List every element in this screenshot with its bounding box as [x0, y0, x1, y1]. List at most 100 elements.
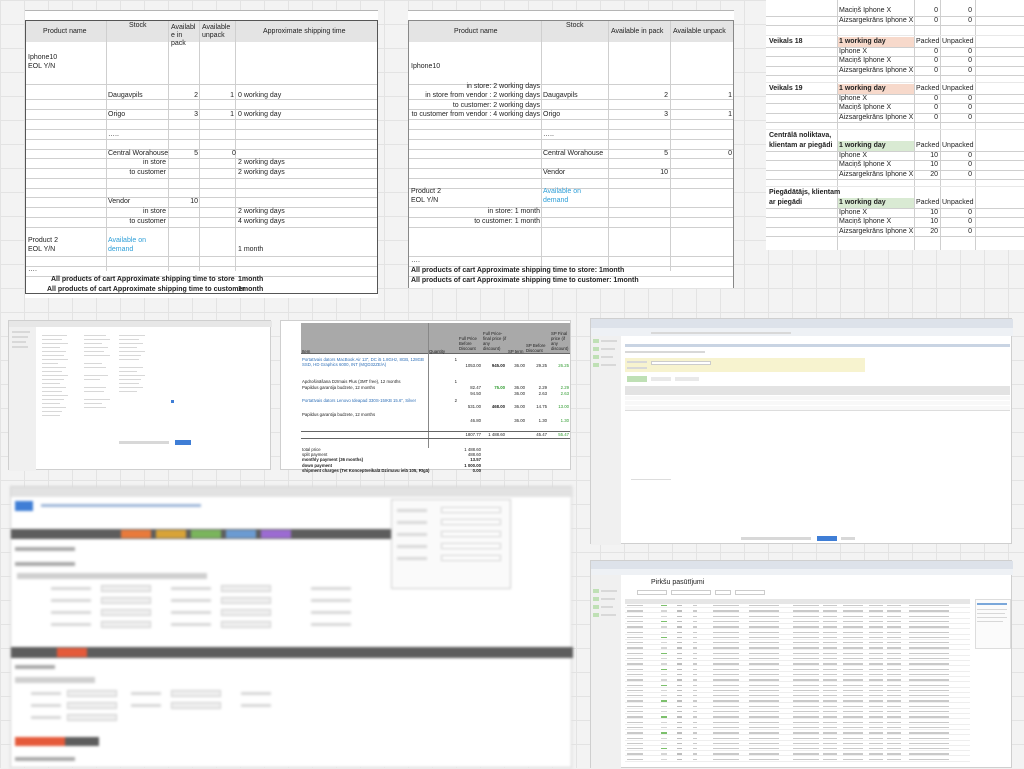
order-row[interactable]: [625, 728, 970, 730]
settings-screenshot-thumbnail[interactable]: [8, 320, 272, 471]
order-row[interactable]: [625, 617, 970, 619]
quote-total-before: 1807.77: [465, 432, 481, 437]
quote-header-qty: Quantity: [429, 349, 446, 354]
quote-item-spf: 2.63: [560, 391, 569, 396]
order-row[interactable]: [625, 718, 970, 720]
order-cell: [909, 642, 949, 644]
quote-item-after: 945.00: [491, 363, 505, 368]
unpacked-label: Unpacked: [942, 38, 974, 45]
order-cell: [693, 689, 697, 692]
order-row[interactable]: [625, 633, 970, 635]
order-cell: [909, 605, 949, 607]
order-cell: [627, 748, 643, 750]
order-row[interactable]: [625, 713, 970, 714]
order-cell: [823, 753, 837, 755]
order-cell: [887, 647, 901, 649]
order-cell: [869, 668, 883, 670]
stock-item-unpacked: 0: [968, 227, 972, 235]
order-row[interactable]: [625, 707, 970, 709]
order-row[interactable]: [625, 675, 970, 677]
order-cell: [823, 631, 837, 633]
order-cell: [677, 753, 682, 755]
order-cell: [887, 642, 901, 644]
order-row[interactable]: [625, 686, 970, 688]
order-row[interactable]: [625, 670, 970, 672]
stock-item-name: Aizsargekrāns Iphone X: [839, 66, 914, 74]
product2-eol: EOL Y/N: [411, 197, 439, 204]
order-cell: [677, 737, 682, 739]
stock-item-unpacked: 0: [968, 7, 972, 14]
order-row[interactable]: [625, 750, 970, 752]
order-cell: [749, 758, 779, 761]
order-row[interactable]: [625, 665, 970, 667]
p1-in-store-vendor: in store from vendor : 2 working days: [425, 92, 540, 99]
daugavpils-ship: 0 working day: [238, 92, 282, 99]
order-cell: [677, 689, 682, 692]
order-cell: [843, 658, 863, 660]
order-row[interactable]: [625, 691, 970, 693]
order-row[interactable]: [625, 739, 970, 741]
order-row[interactable]: [625, 660, 970, 661]
order-cell: [887, 705, 901, 708]
order-cell: [793, 726, 819, 729]
order-cell: [793, 753, 819, 755]
order-cell: [677, 705, 682, 708]
order-cell: [909, 610, 949, 612]
order-row[interactable]: [625, 638, 970, 640]
purchase-orders-thumbnail[interactable]: Pirkšu pasūtījumi: [590, 560, 1013, 769]
stock-item-name: Maciņš Iphone X: [839, 7, 892, 14]
quote-item-name: Apdrošināšana Dzīmais Plus (3MT free), 1…: [302, 379, 401, 384]
apple-order-screenshot-thumbnail[interactable]: [590, 318, 1013, 545]
order-row[interactable]: [625, 644, 970, 646]
order-row[interactable]: [625, 612, 970, 614]
store-name-line2: ar piegādi: [769, 199, 803, 206]
order-cell: [823, 705, 837, 708]
order-cell: [693, 673, 697, 676]
order-cell: [823, 716, 837, 718]
order-cell: [869, 636, 883, 639]
order-cell: [887, 673, 901, 676]
order-cell: [793, 737, 819, 739]
packed-label: Packed: [916, 38, 940, 45]
order-cell: [887, 605, 901, 607]
store-name: Centrālā noliktava,: [769, 132, 832, 139]
order-cell: [661, 758, 667, 761]
order-cell: [823, 748, 837, 750]
store-central: Central Worahouse: [108, 150, 169, 157]
order-cell: [823, 615, 837, 617]
total-customer: All products of cart Approximate shippin…: [411, 277, 639, 284]
order-row[interactable]: [625, 702, 970, 704]
order-row[interactable]: [625, 622, 970, 624]
p2-to-customer: to customer: 1 month: [474, 218, 540, 225]
order-cell: [749, 636, 779, 639]
order-cell: [713, 758, 739, 761]
erp-order-form-thumbnail[interactable]: [10, 486, 573, 768]
order-cell: [793, 711, 819, 713]
price-quote-thumbnail[interactable]: Item Quantity Full Price Before Discount…: [280, 320, 571, 473]
order-row[interactable]: [625, 723, 970, 725]
order-row[interactable]: [625, 654, 970, 656]
order-cell: [749, 737, 779, 739]
order-cell: [713, 663, 739, 665]
order-cell: [713, 726, 739, 729]
order-cell: [713, 636, 739, 639]
order-row[interactable]: [625, 734, 970, 736]
order-cell: [749, 753, 779, 755]
order-row[interactable]: [625, 628, 970, 630]
order-cell: [843, 620, 863, 623]
order-row[interactable]: [625, 649, 970, 651]
stock-item-name: Iphone X: [839, 151, 868, 159]
order-cell: [661, 742, 667, 745]
row-divider: [766, 56, 1024, 58]
order-cell: [713, 753, 739, 755]
order-row[interactable]: [625, 607, 970, 608]
order-cell: [627, 615, 643, 617]
order-row[interactable]: [625, 755, 970, 757]
order-cell: [627, 663, 643, 665]
quote-item-before: 531.00: [467, 404, 481, 409]
order-cell: [843, 748, 863, 750]
order-row[interactable]: [625, 744, 970, 746]
order-row[interactable]: [625, 681, 970, 683]
order-row[interactable]: [625, 697, 970, 699]
order-row[interactable]: [625, 760, 970, 762]
